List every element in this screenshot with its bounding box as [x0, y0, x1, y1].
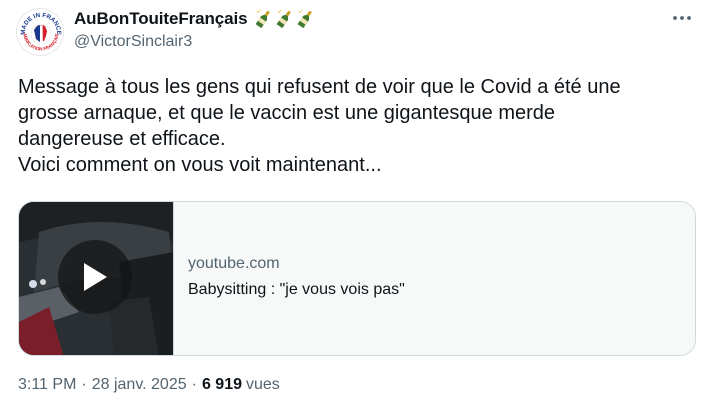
tweet: MADE IN FRANCE FABRICATION FRANÇAISE AuB… [0, 0, 712, 416]
tweet-text-line: Voici comment on vous voit maintenant... [18, 154, 382, 176]
views-label: vues [246, 376, 280, 393]
avatar[interactable]: MADE IN FRANCE FABRICATION FRANÇAISE [16, 8, 64, 56]
tweet-text: Message à tous les gens qui refusent de … [18, 74, 668, 178]
card-thumbnail[interactable] [19, 202, 174, 355]
author-handle[interactable]: @VictorSinclair3 [74, 33, 192, 51]
meta-separator: · [191, 376, 197, 393]
author-name-row: AuBonTouiteFrançais [74, 9, 315, 29]
card-title: Babysitting : "je vous vois pas" [188, 281, 405, 298]
card-domain: youtube.com [188, 255, 280, 272]
tweet-text-line: Message à tous les gens qui refusent de … [18, 76, 621, 98]
tweet-meta: 3:11 PM · 28 janv. 2025 · 6 919 vues [18, 376, 280, 394]
tweet-text-line: grosse arnaque, et que le vaccin est une… [18, 102, 556, 124]
meta-separator: · [81, 376, 87, 393]
card-body[interactable]: youtube.com Babysitting : "je vous vois … [174, 202, 695, 355]
views-count: 6 919 [201, 376, 242, 393]
tweet-text-line: dangereuse et efficace. [18, 128, 226, 150]
made-in-france-logo: MADE IN FRANCE FABRICATION FRANÇAISE [17, 9, 63, 55]
display-name[interactable]: AuBonTouiteFrançais [74, 9, 248, 29]
tweet-time[interactable]: 3:11 PM [18, 376, 76, 394]
tweet-date[interactable]: 28 janv. 2025 [92, 376, 187, 394]
play-button[interactable] [58, 240, 132, 314]
champagne-bottle-icon [277, 9, 292, 29]
link-preview-card[interactable]: youtube.com Babysitting : "je vous vois … [18, 201, 696, 356]
ellipsis-icon [673, 16, 691, 20]
champagne-bottle-icon [256, 9, 271, 29]
play-icon [84, 263, 107, 291]
name-decorations [255, 9, 315, 29]
champagne-bottle-icon [298, 9, 313, 29]
more-options-button[interactable] [668, 6, 696, 30]
